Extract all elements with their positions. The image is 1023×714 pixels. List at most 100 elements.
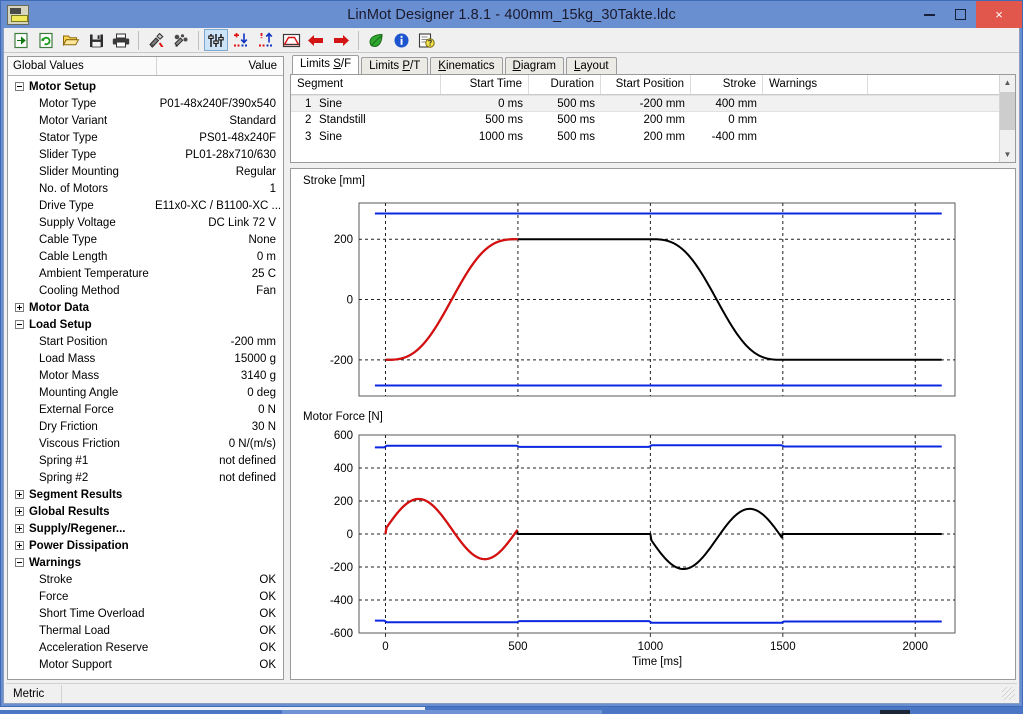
tree-row[interactable]: Stator Type PS01-48x240F [8, 129, 283, 146]
column-header-filler [868, 75, 999, 94]
column-header-warnings[interactable]: Warnings [763, 75, 868, 94]
expand-icon[interactable] [15, 507, 24, 516]
new-document-icon[interactable] [9, 29, 33, 51]
tree-row[interactable]: Cooling Method Fan [8, 282, 283, 299]
tree-row-value: OK [259, 573, 276, 586]
curve-editor-icon[interactable] [279, 29, 303, 51]
tree-row[interactable]: Supply Voltage DC Link 72 V [8, 214, 283, 231]
info-icon[interactable] [389, 29, 413, 51]
tree-row[interactable]: Start Position -200 mm [8, 333, 283, 350]
tree-row[interactable]: Load Mass 15000 g [8, 350, 283, 367]
column-header-stroke[interactable]: Stroke [691, 75, 763, 94]
svg-text:1500: 1500 [770, 641, 796, 653]
svg-text:Time [ms]: Time [ms] [632, 656, 682, 668]
segment-table[interactable]: Segment Start Time Duration Start Positi… [291, 75, 999, 162]
force-chart[interactable]: 600 400 200 0 -200 -400 -600 0 500 1000 1500 2000 Ti… [297, 425, 1007, 675]
tree-row[interactable]: Cable Length 0 m [8, 248, 283, 265]
refresh-document-icon[interactable] [34, 29, 58, 51]
tree-group-motor-setup[interactable]: Motor Setup [8, 78, 283, 95]
leaf-icon[interactable] [364, 29, 388, 51]
tree-row[interactable]: Motor Type P01-48x240F/390x540 [8, 95, 283, 112]
svg-text:-200: -200 [330, 562, 353, 574]
tree-row[interactable]: Cable Type None [8, 231, 283, 248]
tree-row[interactable]: Dry Friction 30 N [8, 418, 283, 435]
tree-row[interactable]: Ambient Temperature 25 C [8, 265, 283, 282]
column-header-start-time[interactable]: Start Time [441, 75, 529, 94]
tree-row-label: Start Position [39, 335, 108, 348]
scrollbar-thumb[interactable] [1000, 92, 1015, 130]
tree-row[interactable]: Mounting Angle 0 deg [8, 384, 283, 401]
tree-header: Global Values Value [8, 57, 283, 76]
help-icon[interactable] [414, 29, 438, 51]
tab-limits-p-t[interactable]: Limits P/T [361, 57, 429, 75]
add-segment-above-icon[interactable] [254, 29, 278, 51]
tree-row[interactable]: Acceleration Reserve OK [8, 639, 283, 656]
tree-row[interactable]: Spring #1 not defined [8, 452, 283, 469]
tree-group-load-setup[interactable]: Load Setup [8, 316, 283, 333]
tree-body[interactable]: Motor Setup Motor Type P01-48x240F/390x540… [8, 76, 283, 679]
stroke-chart[interactable]: 200 0 -200 [297, 189, 1007, 404]
tab-limits-s-f[interactable]: Limits S/F [292, 55, 360, 74]
tree-row-value: PL01-28x710/630 [185, 148, 276, 161]
tab-kinematics[interactable]: Kinematics [430, 57, 503, 75]
tree-row-label: Slider Type [39, 148, 97, 161]
resize-grip-icon[interactable] [1002, 687, 1015, 700]
collapse-icon[interactable] [15, 558, 24, 567]
open-folder-icon[interactable] [59, 29, 83, 51]
table-row[interactable]: 2 Standstill 500 ms 500 ms 200 mm 0 mm [291, 112, 999, 129]
tree-row-label: Load Mass [39, 352, 96, 365]
print-icon[interactable] [109, 29, 133, 51]
motor-wizard-icon[interactable] [144, 29, 168, 51]
tree-row[interactable]: Motor Mass 3140 g [8, 367, 283, 384]
segment-table-scrollbar[interactable]: ▲ ▼ [999, 75, 1015, 162]
scroll-up-icon[interactable]: ▲ [1000, 75, 1015, 90]
svg-text:2000: 2000 [902, 641, 928, 653]
tree-group-power-dissipation[interactable]: Power Dissipation [8, 537, 283, 554]
tree-row[interactable]: Motor Variant Standard [8, 112, 283, 129]
save-disk-icon[interactable] [84, 29, 108, 51]
tree-row[interactable]: Short Time Overload OK [8, 605, 283, 622]
tree-row[interactable]: Slider Mounting Regular [8, 163, 283, 180]
expand-icon[interactable] [15, 303, 24, 312]
tree-row-label: Viscous Friction [39, 437, 120, 450]
tree-row[interactable]: Drive Type E11x0-XC / B1100-XC ... [8, 197, 283, 214]
tab-diagram[interactable]: Diagram [504, 57, 564, 75]
next-arrow-icon[interactable] [329, 29, 353, 51]
tree-group-global-results[interactable]: Global Results [8, 503, 283, 520]
close-button[interactable]: × [976, 1, 1022, 28]
previous-arrow-icon[interactable] [304, 29, 328, 51]
tab-layout[interactable]: Layout [566, 57, 617, 75]
edit-segments-icon[interactable] [204, 29, 228, 51]
expand-icon[interactable] [15, 490, 24, 499]
scroll-down-icon[interactable]: ▼ [1000, 147, 1015, 162]
add-segment-below-icon[interactable] [229, 29, 253, 51]
drive-wizard-icon[interactable] [169, 29, 193, 51]
tree-row[interactable]: External Force 0 N [8, 401, 283, 418]
column-header-duration[interactable]: Duration [529, 75, 601, 94]
desktop-background [0, 707, 1023, 714]
tree-row[interactable]: Stroke OK [8, 571, 283, 588]
table-row[interactable]: 1 Sine 0 ms 500 ms -200 mm 400 mm [291, 95, 999, 112]
collapse-icon[interactable] [15, 320, 24, 329]
tree-row[interactable]: Force OK [8, 588, 283, 605]
tree-group-motor-data[interactable]: Motor Data [8, 299, 283, 316]
tree-row[interactable]: Spring #2 not defined [8, 469, 283, 486]
maximize-button[interactable] [945, 1, 976, 28]
tree-row[interactable]: Slider Type PL01-28x710/630 [8, 146, 283, 163]
tree-group-supply-regener[interactable]: Supply/Regener... [8, 520, 283, 537]
column-header-segment[interactable]: Segment [291, 75, 441, 94]
tree-row[interactable]: Motor Support OK [8, 656, 283, 673]
svg-text:200: 200 [334, 234, 353, 246]
expand-icon[interactable] [15, 541, 24, 550]
tree-group-warnings[interactable]: Warnings [8, 554, 283, 571]
table-row[interactable]: 3 Sine 1000 ms 500 ms 200 mm -400 mm [291, 129, 999, 146]
tree-row[interactable]: No. of Motors 1 [8, 180, 283, 197]
column-header-start-position[interactable]: Start Position [601, 75, 691, 94]
tree-group-segment-results[interactable]: Segment Results [8, 486, 283, 503]
minimize-button[interactable] [914, 1, 945, 28]
status-unit-mode: Metric [6, 684, 62, 703]
tree-row[interactable]: Viscous Friction 0 N/(m/s) [8, 435, 283, 452]
tree-row[interactable]: Thermal Load OK [8, 622, 283, 639]
collapse-icon[interactable] [15, 82, 24, 91]
expand-icon[interactable] [15, 524, 24, 533]
